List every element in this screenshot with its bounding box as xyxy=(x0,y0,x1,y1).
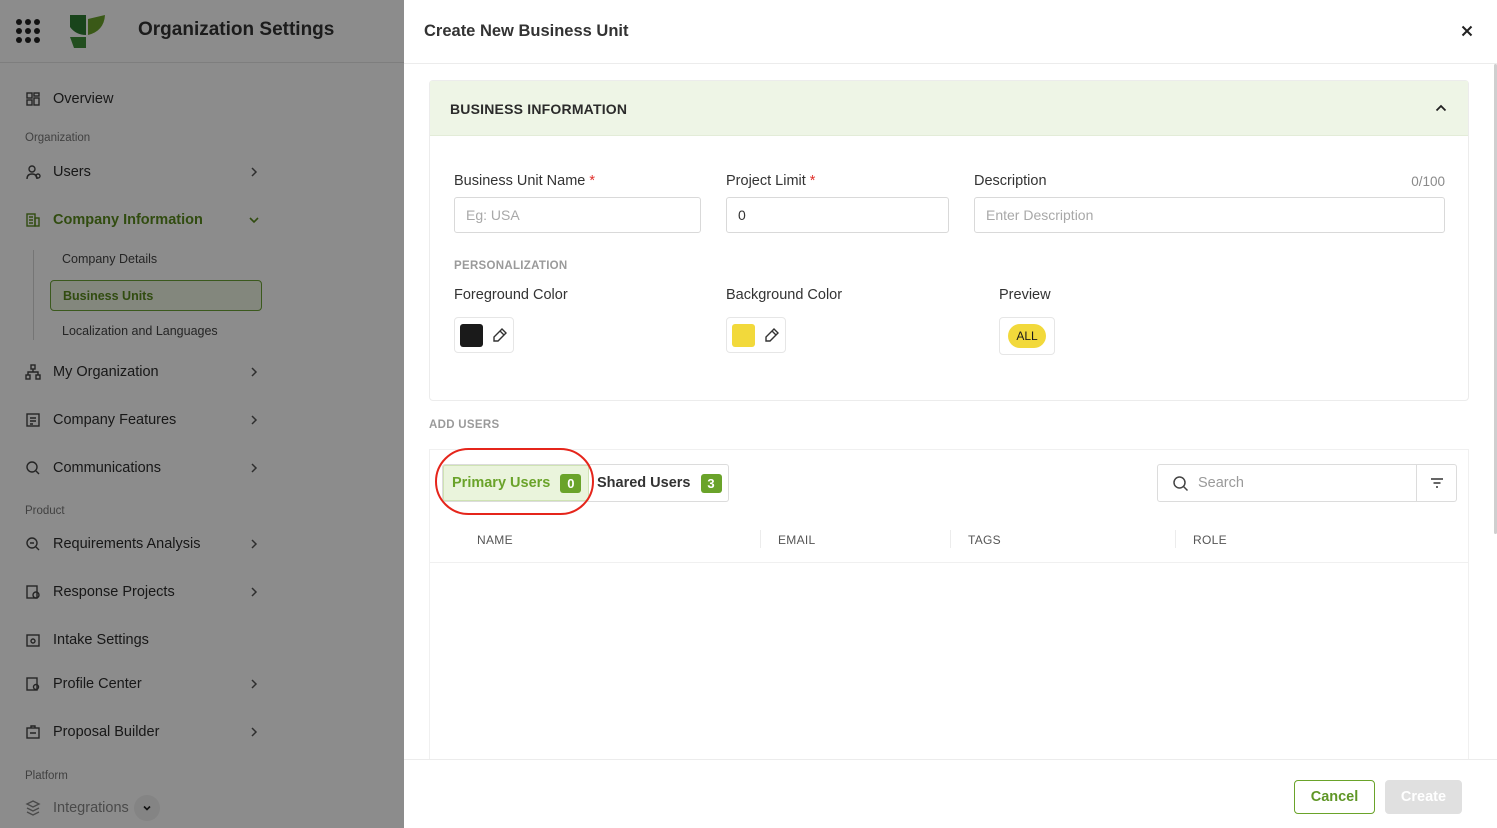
business-information-section: BUSINESS INFORMATION Business Unit Name *… xyxy=(429,80,1469,401)
users-table-header: NAME EMAIL TAGS ROLE xyxy=(430,518,1468,563)
background-color-picker xyxy=(726,317,786,353)
search-input[interactable] xyxy=(1198,475,1398,491)
eyedropper-icon[interactable] xyxy=(763,326,781,344)
tab-label: Shared Users xyxy=(597,475,691,491)
required-mark: * xyxy=(809,173,816,189)
business-unit-name-input[interactable] xyxy=(454,197,701,233)
required-mark: * xyxy=(589,173,596,189)
column-header-role[interactable]: ROLE xyxy=(1193,533,1227,547)
background-color-swatch[interactable] xyxy=(732,323,755,347)
personalization-heading: PERSONALIZATION xyxy=(454,260,568,272)
drawer-footer: Cancel Create xyxy=(404,759,1497,828)
eyedropper-icon[interactable] xyxy=(491,326,509,344)
preview-label: Preview xyxy=(999,287,1051,303)
close-icon[interactable] xyxy=(1459,23,1475,39)
count-badge: 3 xyxy=(700,473,722,493)
preview-box: ALL xyxy=(999,317,1055,355)
column-header-name[interactable]: NAME xyxy=(477,533,513,547)
filter-icon xyxy=(1430,478,1443,488)
section-title: BUSINESS INFORMATION xyxy=(450,101,628,117)
users-tab-group: Primary Users 0 Shared Users 3 xyxy=(442,464,729,502)
label-text: Business Unit Name xyxy=(454,173,586,189)
filter-button[interactable] xyxy=(1417,465,1456,501)
column-divider xyxy=(1175,530,1176,548)
background-color-label: Background Color xyxy=(726,287,843,303)
description-label: Description xyxy=(974,173,1047,189)
tab-shared-users[interactable]: Shared Users 3 xyxy=(589,465,722,501)
description-input[interactable] xyxy=(974,197,1445,233)
foreground-color-label: Foreground Color xyxy=(454,287,568,303)
search-field xyxy=(1158,465,1417,501)
create-button[interactable]: Create xyxy=(1385,780,1462,814)
cancel-button[interactable]: Cancel xyxy=(1294,780,1375,814)
user-search xyxy=(1157,464,1457,502)
search-icon xyxy=(1173,475,1189,491)
section-header[interactable]: BUSINESS INFORMATION xyxy=(430,81,1468,136)
add-users-heading: ADD USERS xyxy=(429,419,500,431)
count-badge: 0 xyxy=(560,473,582,493)
project-limit-input[interactable] xyxy=(726,197,949,233)
business-unit-name-label: Business Unit Name * xyxy=(454,173,595,189)
column-header-tags[interactable]: TAGS xyxy=(968,533,1001,547)
chevron-up-icon[interactable] xyxy=(1434,101,1448,115)
column-divider xyxy=(950,530,951,548)
drawer-header: Create New Business Unit xyxy=(404,0,1497,64)
label-text: Project Limit xyxy=(726,173,806,189)
foreground-color-picker xyxy=(454,317,514,353)
column-divider xyxy=(760,530,761,548)
tab-label: Primary Users xyxy=(452,475,551,491)
description-char-counter: 0/100 xyxy=(1411,174,1445,189)
tab-primary-users[interactable]: Primary Users 0 xyxy=(443,465,589,501)
create-business-unit-drawer: Create New Business Unit BUSINESS INFORM… xyxy=(404,0,1497,828)
add-users-card: Primary Users 0 Shared Users 3 NAME EMAI… xyxy=(429,449,1469,769)
preview-pill: ALL xyxy=(1008,324,1046,348)
foreground-color-swatch[interactable] xyxy=(460,323,483,347)
drawer-title: Create New Business Unit xyxy=(424,22,629,40)
column-header-email[interactable]: EMAIL xyxy=(778,533,816,547)
project-limit-label: Project Limit * xyxy=(726,173,815,189)
